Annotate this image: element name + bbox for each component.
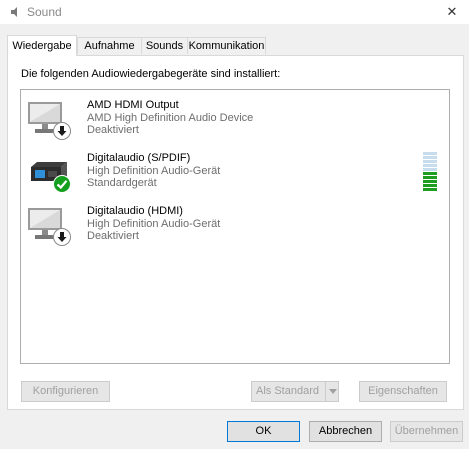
level-meter-segment <box>423 184 437 187</box>
title-bar: Sound ✕ <box>0 0 469 24</box>
down-arrow-badge-icon <box>53 122 71 140</box>
level-meter-segment <box>423 152 437 155</box>
ok-button[interactable]: OK <box>227 421 300 442</box>
set-default-button[interactable]: Als Standard <box>251 381 326 402</box>
device-description: High Definition Audio-Gerät <box>87 218 221 230</box>
level-meter-segment <box>423 188 437 191</box>
level-meter-segment <box>423 180 437 183</box>
level-meter-segment <box>423 176 437 179</box>
tab-wiedergabe[interactable]: Wiedergabe <box>7 35 77 56</box>
level-meter-segment <box>423 160 437 163</box>
tab-aufnahme[interactable]: Aufnahme <box>77 37 142 54</box>
device-name: AMD HDMI Output <box>87 99 179 111</box>
close-icon: ✕ <box>446 4 458 19</box>
level-meter-segment <box>423 156 437 159</box>
device-item-hdmi[interactable]: Digitalaudio (HDMI) High Definition Audi… <box>21 199 441 249</box>
properties-button[interactable]: Eigenschaften <box>359 381 447 402</box>
device-status: Deaktiviert <box>87 124 139 136</box>
device-status: Deaktiviert <box>87 230 139 242</box>
device-description: AMD High Definition Audio Device <box>87 112 254 124</box>
device-item-amd-hdmi[interactable]: AMD HDMI Output AMD High Definition Audi… <box>21 93 441 143</box>
level-meter-segment <box>423 172 437 175</box>
close-button[interactable]: ✕ <box>435 0 469 24</box>
device-item-spdif[interactable]: Digitalaudio (S/PDIF) High Definition Au… <box>21 146 441 196</box>
speaker-app-icon <box>11 7 17 17</box>
chevron-down-icon <box>329 389 337 394</box>
check-badge-icon <box>53 175 71 193</box>
volume-level-meter <box>423 152 437 191</box>
down-arrow-badge-icon <box>53 228 71 246</box>
intro-label: Die folgenden Audiowiedergabegeräte sind… <box>21 68 281 80</box>
level-meter-segment <box>423 168 437 171</box>
device-status: Standardgerät <box>87 177 157 189</box>
tab-kommunikation[interactable]: Kommunikation <box>187 37 266 54</box>
apply-button[interactable]: Übernehmen <box>390 421 463 442</box>
tab-sounds[interactable]: Sounds <box>141 37 188 54</box>
set-default-dropdown-button[interactable] <box>325 381 339 402</box>
window-title: Sound <box>27 5 62 19</box>
configure-button[interactable]: Konfigurieren <box>21 381 110 402</box>
level-meter-segment <box>423 164 437 167</box>
device-name: Digitalaudio (HDMI) <box>87 205 183 217</box>
device-list[interactable]: AMD HDMI Output AMD High Definition Audi… <box>20 89 450 364</box>
device-name: Digitalaudio (S/PDIF) <box>87 152 191 164</box>
cancel-button[interactable]: Abbrechen <box>309 421 382 442</box>
tab-panel: Die folgenden Audiowiedergabegeräte sind… <box>7 55 464 410</box>
device-description: High Definition Audio-Gerät <box>87 165 221 177</box>
